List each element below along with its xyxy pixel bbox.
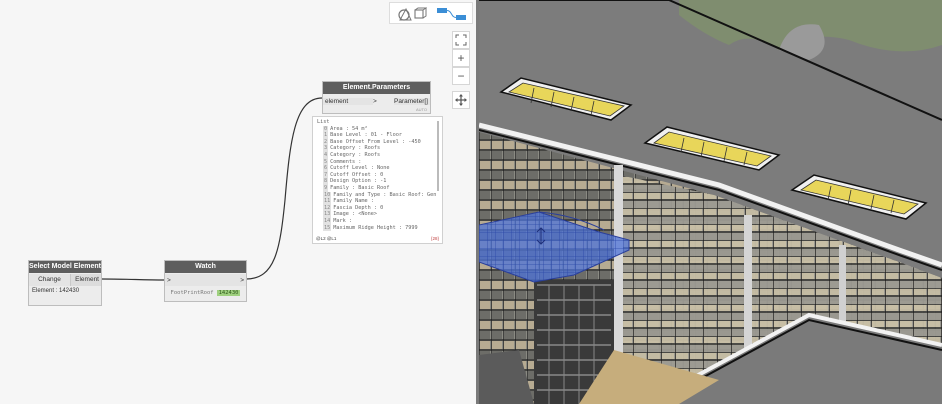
list-value: Base Offset From Level : -450 [330, 138, 421, 145]
parameter-list-item: 4 Category : Roofs [323, 151, 442, 159]
change-button[interactable]: Change [29, 274, 71, 286]
list-value: Maximum Ridge Height : 7999 [333, 224, 418, 231]
parameter-list-item: 3 Category : Roofs [323, 145, 442, 152]
parameters-preview[interactable]: List 0 Area : 54 m² 1 Base Level : 01 - Flo… [312, 116, 443, 244]
list-index: 9 [323, 184, 329, 192]
parameter-list-item: 1 Base Level : 01 - Floor [323, 132, 442, 139]
list-index: 11 [323, 198, 332, 205]
watch-output-port[interactable]: > [236, 277, 246, 284]
element-parameters-node[interactable]: Element.Parameters element > Parameter[]… [322, 81, 431, 114]
list-level-footer: @L2 @L1 [316, 236, 337, 241]
element-input-port[interactable]: element [323, 97, 373, 105]
element-output-port[interactable]: Element [71, 274, 101, 286]
list-index: 15 [323, 224, 332, 232]
input-arrow: > [373, 97, 377, 105]
parameter-list-item: 7 Cutoff Offset : 0 [323, 171, 442, 179]
list-index: 6 [323, 165, 329, 172]
list-index: 10 [323, 191, 332, 199]
parameter-list-item: 0 Area : 54 m² [323, 125, 442, 133]
list-value: Base Level : 01 - Floor [330, 132, 402, 139]
parameter-list-item: 10 Family and Type : Basic Roof: Gen [323, 191, 442, 199]
list-value: Category : Roofs [330, 151, 381, 158]
list-value: Family Name : [333, 198, 374, 205]
parameter-list-item: 6 Cutoff Level : None [323, 165, 442, 172]
parameter-output-port[interactable]: Parameter[] [394, 97, 430, 105]
list-value: Design Option : -1 [330, 178, 387, 185]
node-title: Element.Parameters [323, 82, 430, 94]
parameter-list-item: 12 Fascia Depth : 0 [323, 204, 442, 212]
list-index: 8 [323, 178, 329, 185]
list-value: Comments : [330, 158, 362, 165]
list-value: Image : <None> [333, 211, 377, 218]
lacing-indicator[interactable]: AUTO [323, 107, 430, 112]
list-scrollbar[interactable] [437, 121, 439, 191]
node-title: Watch [165, 261, 246, 273]
list-value: Category : Roofs [330, 145, 381, 152]
watch-value-id: 142430 [216, 290, 241, 296]
list-count: {28} [430, 236, 439, 241]
list-value: Area : 54 m² [330, 125, 368, 132]
list-index: 5 [323, 158, 329, 166]
node-title: Select Model Element [29, 261, 101, 273]
list-value: Fascia Depth : 0 [333, 204, 384, 211]
parameter-list-item: 15 Maximum Ridge Height : 7999 [323, 224, 442, 232]
parameter-list: 0 Area : 54 m² 1 Base Level : 01 - Floor 2 Ba… [313, 125, 442, 232]
watch-node[interactable]: Watch > > FootPrintRoof 142430 [164, 260, 247, 302]
list-index: 0 [323, 125, 329, 133]
list-index: 3 [323, 145, 329, 152]
model-viewport[interactable] [479, 0, 942, 404]
parameter-list-item: 2 Base Offset From Level : -450 [323, 138, 442, 146]
parameter-list-item: 5 Comments : [323, 158, 442, 166]
list-index: 4 [323, 151, 329, 159]
select-model-element-node[interactable]: Select Model Element Change Element Elem… [28, 260, 102, 306]
parameter-list-item: 14 Mark : [323, 217, 442, 225]
list-value: Cutoff Level : None [330, 165, 390, 172]
list-value: Family : Basic Roof [330, 184, 390, 191]
parameter-list-item: 13 Image : <None> [323, 211, 442, 218]
graph-canvas[interactable]: + − Select Model Element Change Element … [0, 0, 476, 404]
watch-input-port[interactable]: > [165, 277, 177, 284]
list-index: 2 [323, 138, 329, 146]
parameter-list-item: 11 Family Name : [323, 198, 442, 205]
list-value: Cutoff Offset : 0 [330, 171, 384, 178]
list-index: 1 [323, 132, 329, 139]
parameter-list-item: 8 Design Option : -1 [323, 178, 442, 185]
list-header: List [317, 119, 330, 125]
list-index: 7 [323, 171, 329, 179]
element-status: Element : 142430 [32, 288, 80, 294]
list-index: 14 [323, 217, 332, 225]
list-index: 12 [323, 204, 332, 212]
watch-value-label: FootPrintRoof [170, 290, 214, 296]
building-model-render [479, 0, 942, 404]
parameter-list-item: 9 Family : Basic Roof [323, 184, 442, 192]
list-index: 13 [323, 211, 332, 218]
list-value: Mark : [333, 217, 352, 224]
list-value: Family and Type : Basic Roof: Gen [333, 191, 437, 198]
